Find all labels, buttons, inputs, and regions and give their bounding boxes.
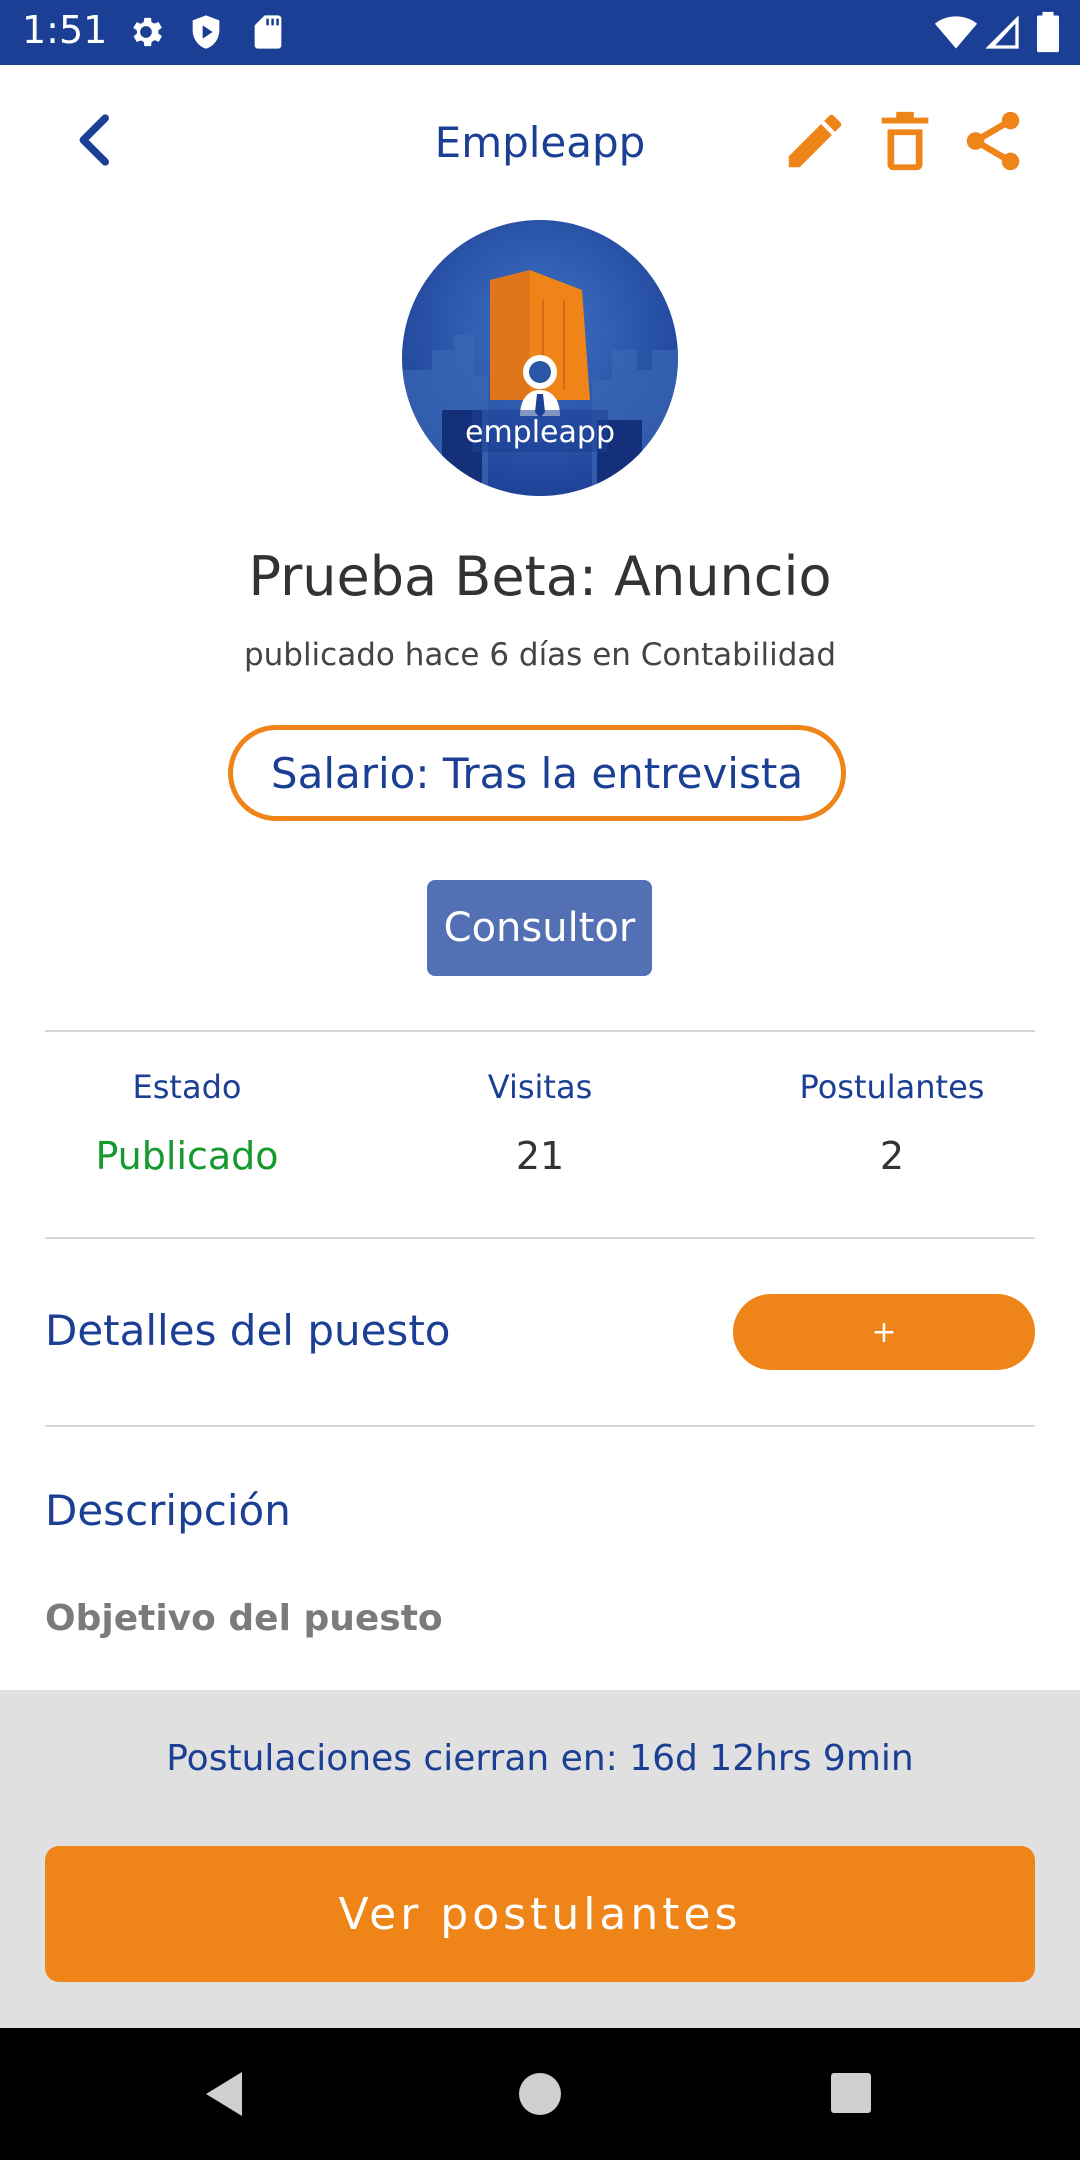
divider [45,1030,1035,1032]
chevron-left-icon [79,114,109,166]
description-title: Descripción [45,1486,291,1535]
edit-button[interactable] [780,106,850,176]
share-icon [966,111,1020,171]
pencil-icon [788,114,842,168]
app-title: Empleapp [434,118,646,167]
status-time: 1:51 [22,8,108,52]
delete-button[interactable] [870,106,940,176]
gear-icon [133,17,162,47]
share-button[interactable] [958,106,1028,176]
stat-value-visitas: 21 [515,1134,565,1178]
trash-icon [881,111,929,171]
description-subheading: Objetivo del puesto [45,1598,443,1639]
stat-label-postulantes: Postulantes [799,1068,985,1106]
job-title: Prueba Beta: Anuncio [248,545,832,608]
expand-details-button[interactable]: + [733,1294,1035,1370]
divider [45,1237,1035,1239]
salary-badge: Salario: Tras la entrevista [228,725,846,821]
category-button[interactable]: Consultor [427,880,652,976]
divider [45,1425,1035,1427]
status-bar: 1:51 [0,0,1080,65]
stat-label-visitas: Visitas [487,1068,593,1106]
wifi-icon [934,16,978,49]
view-applicants-button[interactable]: Ver postulantes [45,1846,1035,1982]
battery-icon [1037,11,1059,53]
back-triangle-icon[interactable] [200,2068,250,2120]
stat-value-estado: Publicado [95,1134,279,1178]
system-nav-bar [0,2028,1080,2160]
back-button[interactable] [60,105,130,175]
stat-value-postulantes: 2 [879,1134,905,1178]
job-published-info: publicado hace 6 días en Contabilidad [243,637,837,673]
shield-play-icon [192,15,220,49]
stat-label-estado: Estado [132,1068,242,1106]
company-logo: empleapp [402,220,678,496]
sd-card-icon [254,15,282,49]
logo-text: empleapp [465,415,615,450]
home-circle-icon[interactable] [516,2070,564,2118]
recents-square-icon[interactable] [828,2070,874,2116]
details-title: Detalles del puesto [45,1306,451,1355]
applications-countdown: Postulaciones cierran en: 16d 12hrs 9min [166,1738,914,1779]
signal-icon [985,15,1019,49]
